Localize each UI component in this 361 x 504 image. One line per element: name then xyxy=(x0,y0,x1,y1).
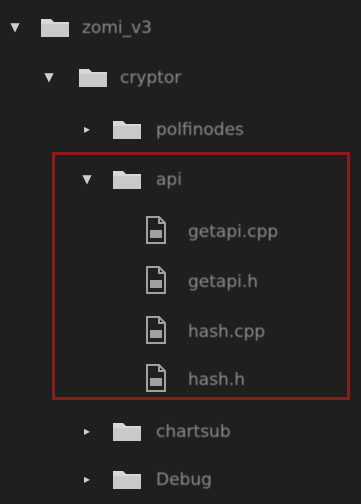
file-icon xyxy=(146,316,166,344)
tree-item-label: getapi.cpp xyxy=(188,222,279,242)
chevron-down-icon[interactable]: ▼ xyxy=(8,20,22,34)
solution-explorer-tree: ▼ zomi_v3 ▼ cryptor ▸ polfinodes ▼ api g… xyxy=(0,0,361,504)
tree-item-label: zomi_v3 xyxy=(82,18,152,38)
tree-item-getapi-cpp[interactable]: getapi.cpp xyxy=(0,214,361,250)
tree-item-chartsub[interactable]: ▸ chartsub xyxy=(0,414,361,450)
tree-item-polfinodes[interactable]: ▸ polfinodes xyxy=(0,112,361,148)
tree-item-label: hash.h xyxy=(188,370,246,390)
folder-icon xyxy=(113,423,141,441)
folder-icon xyxy=(113,171,141,189)
chevron-right-icon[interactable]: ▸ xyxy=(80,424,94,438)
tree-item-api[interactable]: ▼ api xyxy=(0,162,361,198)
tree-item-label: Debug xyxy=(156,470,212,490)
tree-item-debug[interactable]: ▸ Debug xyxy=(0,462,361,498)
tree-item-label: hash.cpp xyxy=(188,322,266,342)
folder-icon xyxy=(113,471,141,489)
file-icon xyxy=(146,266,166,294)
tree-item-label: cryptor xyxy=(120,68,182,88)
tree-item-zomi-v3[interactable]: ▼ zomi_v3 xyxy=(0,10,361,46)
tree-item-hash-cpp[interactable]: hash.cpp xyxy=(0,314,361,350)
tree-item-label: chartsub xyxy=(156,422,231,442)
tree-item-label: polfinodes xyxy=(156,120,244,140)
tree-item-hash-h[interactable]: hash.h xyxy=(0,362,361,398)
chevron-right-icon[interactable]: ▸ xyxy=(80,472,94,486)
chevron-down-icon[interactable]: ▼ xyxy=(80,172,94,186)
folder-icon xyxy=(113,121,141,139)
tree-item-label: api xyxy=(156,170,182,190)
tree-item-getapi-h[interactable]: getapi.h xyxy=(0,264,361,300)
chevron-down-icon[interactable]: ▼ xyxy=(42,70,56,84)
file-icon xyxy=(146,364,166,392)
chevron-right-icon[interactable]: ▸ xyxy=(80,122,94,136)
tree-item-label: getapi.h xyxy=(188,272,259,292)
folder-icon xyxy=(79,69,107,87)
file-icon xyxy=(146,216,166,244)
folder-icon xyxy=(41,19,69,37)
tree-item-cryptor[interactable]: ▼ cryptor xyxy=(0,60,361,96)
